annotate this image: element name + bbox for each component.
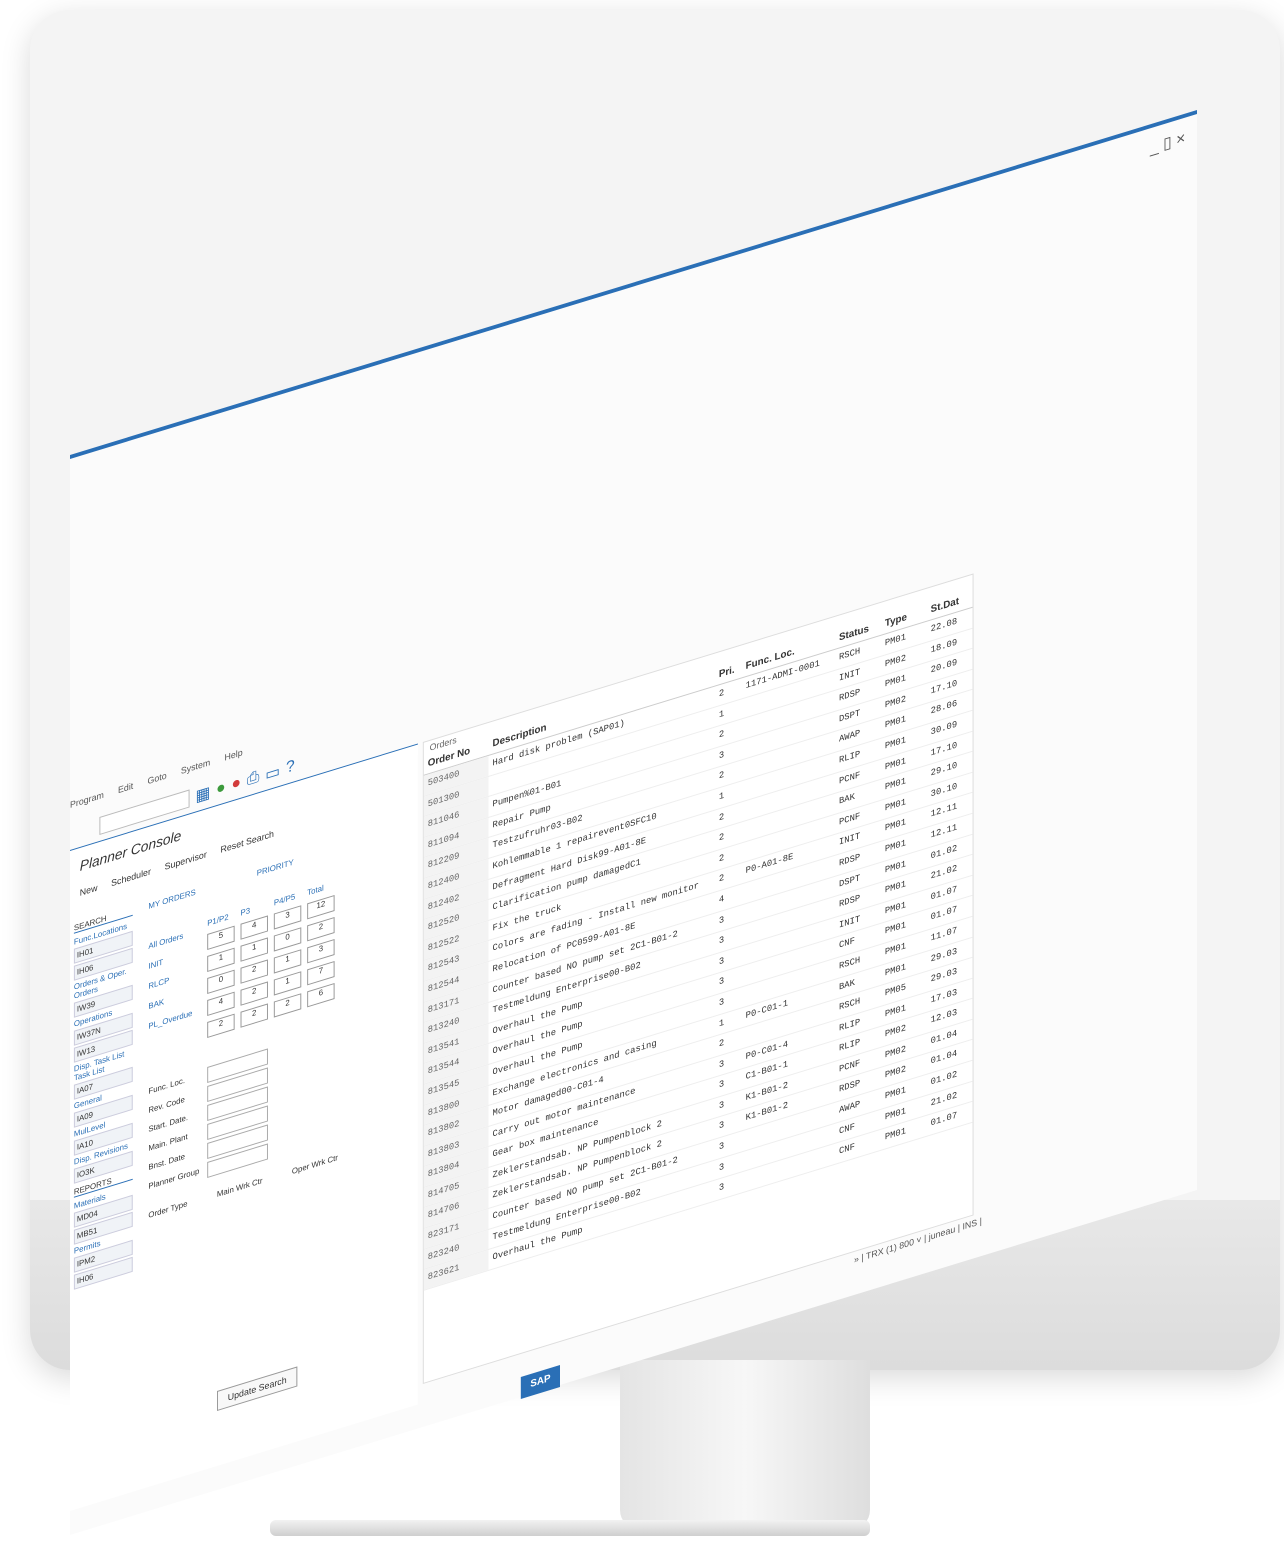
supervisor-button[interactable]: Supervisor — [165, 849, 207, 872]
sap-logo: SAP — [520, 1365, 560, 1399]
row-labels: All Orders INIT RLCP BAK PL_Overdue — [148, 924, 192, 1037]
priority-cell[interactable]: 1 — [273, 971, 302, 996]
my-orders-label: MY ORDERS — [148, 887, 196, 911]
planner-panel: Planner Console New Scheduler Supervisor… — [70, 743, 418, 1511]
priority-cell[interactable]: 2 — [240, 981, 268, 1006]
priority-cell[interactable]: 2 — [240, 959, 268, 984]
order-type-label: Order Type — [148, 1199, 188, 1220]
main-wrk-ctr-label: Main Wrk Ctr — [216, 1176, 263, 1200]
priority-cell[interactable]: 2 — [307, 917, 335, 942]
priority-cell[interactable]: 7 — [307, 961, 335, 986]
priority-cell[interactable]: 3 — [273, 905, 302, 930]
col-header: P3 — [240, 905, 251, 918]
col-header: Total — [307, 883, 324, 898]
priority-grid: P1/P2 P3 P4/P5 Total 5 4 3 12 1 1 0 2 0 … — [207, 870, 368, 1038]
priority-cell[interactable]: 12 — [307, 895, 335, 920]
back-icon[interactable]: ● — [216, 778, 225, 799]
priority-cell[interactable]: 0 — [207, 969, 235, 994]
priority-cell[interactable]: 2 — [207, 1013, 235, 1038]
monitor-stand — [620, 1360, 870, 1530]
priority-cell[interactable]: 0 — [273, 927, 302, 952]
col-header: P1/P2 — [207, 912, 229, 928]
priority-cell[interactable]: 1 — [273, 949, 302, 974]
priority-cell[interactable]: 1 — [207, 947, 235, 972]
window-controls[interactable]: _ ▯ × — [1150, 128, 1185, 159]
reset-search-button[interactable]: Reset Search — [221, 829, 274, 855]
priority-cell[interactable]: 3 — [307, 939, 335, 964]
update-search-button[interactable]: Update Search — [217, 1366, 298, 1411]
oper-wrk-ctr-label: Oper Wrk Ctr — [291, 1152, 338, 1177]
cancel-icon[interactable]: ● — [232, 774, 241, 795]
priority-cell[interactable]: 2 — [240, 1003, 268, 1028]
menu-item-edit[interactable]: Edit — [118, 781, 133, 796]
priority-cell[interactable]: 1 — [240, 937, 268, 962]
help-icon[interactable]: ? — [286, 757, 295, 778]
layout-icon[interactable]: ▭ — [265, 761, 280, 786]
search-fields: Func. Loc. Rev. Code Start. Date. Main. … — [148, 1024, 338, 1226]
menu-item-system[interactable]: System — [181, 757, 210, 776]
menu-item-help[interactable]: Help — [224, 747, 242, 763]
sidebar: SEARCH Func.Locations IH01 IH06 Orders &… — [73, 902, 133, 1500]
priority-cell[interactable]: 2 — [273, 993, 302, 1018]
priority-label: PRIORITY — [256, 857, 294, 878]
save-icon[interactable]: ▦ — [195, 782, 210, 807]
scheduler-button[interactable]: Scheduler — [111, 866, 151, 888]
print-icon[interactable]: ⎙ — [247, 768, 260, 790]
priority-cell[interactable]: 6 — [307, 983, 335, 1008]
menu-item-program[interactable]: Program — [70, 790, 104, 810]
new-button[interactable]: New — [80, 883, 98, 898]
menu-item-goto[interactable]: Goto — [147, 770, 166, 786]
priority-cell[interactable]: 4 — [240, 915, 268, 940]
col-header: P4/P5 — [273, 892, 296, 908]
monitor-base — [270, 1520, 870, 1536]
priority-cell[interactable]: 4 — [207, 991, 235, 1016]
priority-cell[interactable]: 5 — [207, 925, 235, 950]
